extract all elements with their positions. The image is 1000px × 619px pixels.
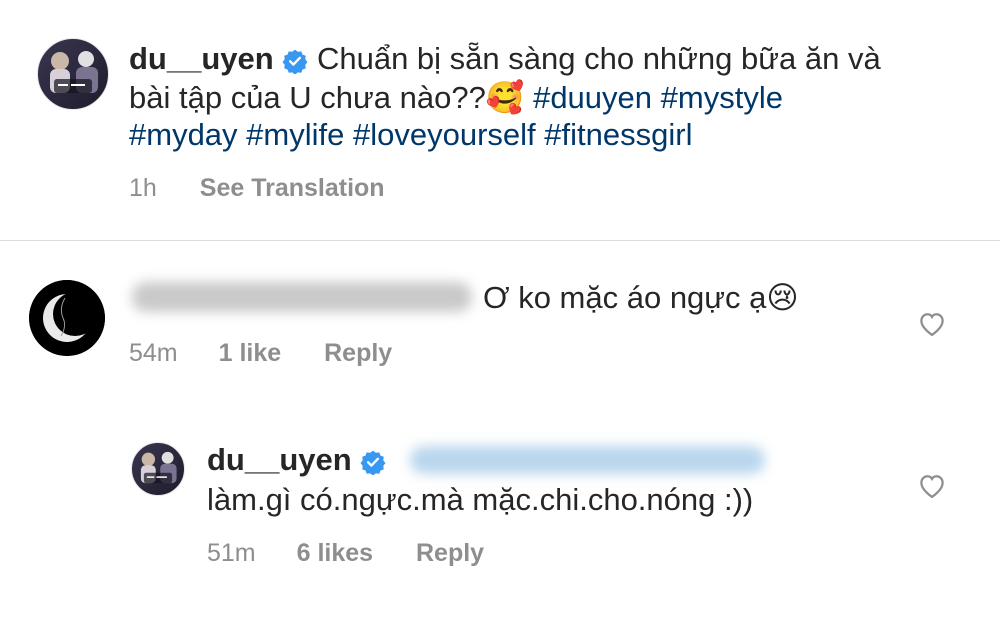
reply-reply-button[interactable]: Reply: [416, 539, 484, 567]
post-meta: 1h See Translation: [129, 174, 385, 203]
verified-badge-icon: [282, 42, 308, 79]
comment-reply-button[interactable]: Reply: [324, 339, 392, 367]
reply-meta: 51m 6 likes Reply: [207, 539, 484, 568]
moon-avatar-image: [29, 280, 105, 356]
reply-author-avatar[interactable]: [131, 442, 185, 496]
avatar-image: [50, 51, 98, 93]
caption-line-1: Chuẩn bị sẵn sàng cho những bữa ăn và: [316, 41, 881, 76]
reply-likes[interactable]: 6 likes: [297, 539, 373, 567]
post-caption: du__uyen Chuẩn bị sẵn sàng cho những bữa…: [129, 40, 979, 153]
comment-body: Ơ ko mặc áo ngực ạ: [483, 280, 767, 315]
reply-time: 51m: [207, 539, 256, 567]
comment-likes[interactable]: 1 like: [219, 339, 282, 367]
comment-time: 54m: [129, 339, 178, 367]
smiling-face-hearts-emoji: 🥰: [485, 80, 525, 116]
hashtag-mylife[interactable]: #mylife: [246, 117, 344, 152]
divider: [0, 240, 1000, 241]
see-translation-link[interactable]: See Translation: [200, 174, 385, 202]
avatar-image: [140, 451, 177, 484]
post-author-avatar[interactable]: [37, 38, 109, 110]
reply-username[interactable]: du__uyen: [207, 442, 352, 477]
hashtag-loveyourself[interactable]: #loveyourself: [353, 117, 536, 152]
hashtag-fitnessgirl[interactable]: #fitnessgirl: [544, 117, 692, 152]
mentioned-user-blurred[interactable]: [410, 446, 765, 474]
comment-meta: 54m 1 like Reply: [129, 339, 392, 368]
commenter-avatar[interactable]: [29, 280, 105, 356]
reply-header: du__uyen: [207, 441, 386, 480]
caption-line-2: bài tập của U chưa nào??: [129, 80, 486, 116]
reply-like-heart-icon[interactable]: [917, 471, 947, 504]
reply-text: làm.gì có.ngực.mà mặc.chi.cho.nóng :)): [207, 481, 753, 518]
crying-face-emoji: 😢: [766, 280, 799, 315]
verified-badge-icon: [360, 443, 386, 480]
commenter-username-blurred[interactable]: [132, 282, 472, 312]
post-time: 1h: [129, 174, 157, 202]
hashtag-myday[interactable]: #myday: [129, 117, 238, 152]
hashtag-mystyle[interactable]: #mystyle: [661, 80, 783, 115]
comment-text: Ơ ko mặc áo ngực ạ😢: [483, 279, 799, 316]
post-username[interactable]: du__uyen: [129, 41, 274, 76]
reply-body: làm.gì có.ngực.mà mặc.chi.cho.nóng :)): [207, 482, 754, 517]
hashtag-duuyen[interactable]: #duuyen: [533, 80, 652, 115]
comment-like-heart-icon[interactable]: [917, 309, 947, 342]
